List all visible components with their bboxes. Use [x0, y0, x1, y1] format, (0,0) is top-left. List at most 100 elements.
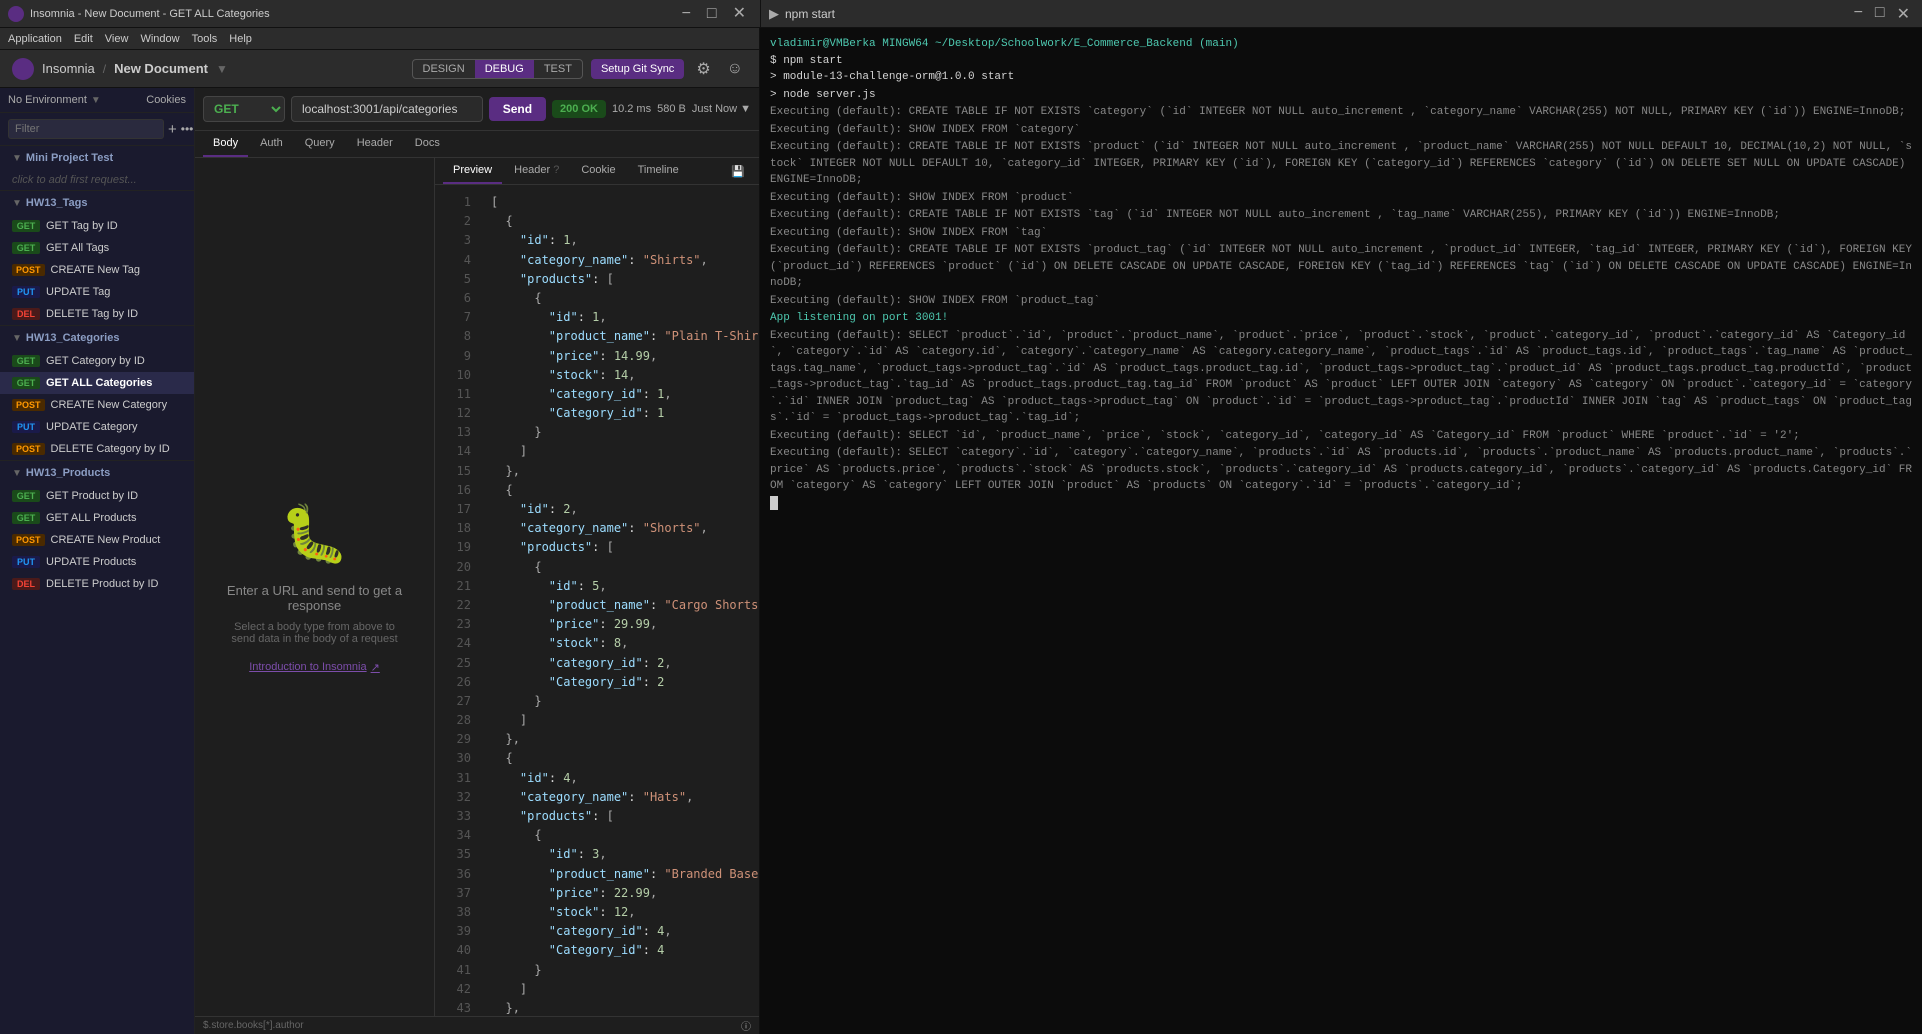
json-line: 34 { — [439, 826, 755, 845]
terminal-cursor-line — [770, 496, 1912, 510]
sidebar-item-get-all-categories-active[interactable]: GET GET ALL Categories — [0, 372, 194, 394]
json-line: 35 "id": 3, — [439, 845, 755, 864]
resp-tab-cookie[interactable]: Cookie — [571, 158, 625, 184]
method-badge-get: GET — [12, 355, 40, 367]
sidebar-item-update-products[interactable]: PUT UPDATE Products — [0, 551, 194, 573]
terminal-line: Executing (default): CREATE TABLE IF NOT… — [770, 139, 1912, 189]
terminal-line: Executing (default): SELECT `category`.`… — [770, 445, 1912, 495]
sidebar-item-get-all-products[interactable]: GET GET ALL Products — [0, 507, 194, 529]
env-dropdown-icon: ▼ — [91, 95, 101, 106]
json-line: 19 "products": [ — [439, 538, 755, 557]
doc-name-label[interactable]: New Document — [114, 61, 208, 76]
settings-icon[interactable]: ⚙ — [692, 57, 714, 81]
sidebar-item-update-category[interactable]: PUT UPDATE Category — [0, 416, 194, 438]
timestamp-badge[interactable]: Just Now ▼ — [692, 103, 751, 115]
resp-copy-btn[interactable]: 💾 — [725, 163, 751, 180]
tab-test[interactable]: TEST — [534, 60, 582, 78]
sidebar-item-create-category[interactable]: POST CREATE New Category — [0, 394, 194, 416]
json-line: 26 "Category_id": 2 — [439, 673, 755, 692]
window-controls: − □ ✕ — [676, 0, 752, 28]
terminal-close-btn[interactable]: ✕ — [1893, 4, 1914, 24]
sidebar-item-get-tag-by-id[interactable]: GET GET Tag by ID — [0, 215, 194, 237]
user-icon[interactable]: ☺ — [723, 58, 747, 80]
design-debug-tabs: DESIGN DEBUG TEST — [412, 59, 583, 79]
json-line: 1 [ — [439, 193, 755, 212]
sidebar-filter-input[interactable] — [8, 119, 164, 139]
section-products-header[interactable]: ▼ HW13_Products — [0, 460, 194, 485]
method-select[interactable]: GET POST PUT DELETE — [203, 96, 285, 122]
menu-window[interactable]: Window — [140, 33, 179, 45]
tab-header[interactable]: Header — [347, 131, 403, 157]
tab-design[interactable]: DESIGN — [413, 60, 475, 78]
terminal-line: > node server.js — [770, 87, 1912, 104]
menu-application[interactable]: Application — [8, 33, 62, 45]
sidebar-more-icon[interactable]: ••• — [181, 122, 194, 136]
tab-debug[interactable]: DEBUG — [475, 60, 534, 78]
item-label: CREATE New Tag — [51, 264, 140, 276]
json-line: 28 ] — [439, 711, 755, 730]
terminal-header-path: vladimir@VMBerka MINGW64 ~/Desktop/Schoo… — [770, 36, 1912, 53]
json-line: 24 "stock": 8, — [439, 634, 755, 653]
json-line: 9 "price": 14.99, — [439, 347, 755, 366]
status-bar-icon[interactable]: ⓘ — [741, 1018, 751, 1033]
sidebar-item-create-product[interactable]: POST CREATE New Product — [0, 529, 194, 551]
tab-query[interactable]: Query — [295, 131, 345, 157]
resp-tab-preview[interactable]: Preview — [443, 158, 502, 184]
setup-git-button[interactable]: Setup Git Sync — [591, 59, 684, 79]
item-label: GET All Tags — [46, 242, 109, 254]
menu-view[interactable]: View — [105, 33, 129, 45]
terminal-line: > module-13-challenge-orm@1.0.0 start — [770, 69, 1912, 86]
json-line: 2 { — [439, 212, 755, 231]
sidebar-item-get-all-tags[interactable]: GET GET All Tags — [0, 237, 194, 259]
section-categories-header[interactable]: ▼ HW13_Categories — [0, 325, 194, 350]
env-selector[interactable]: No Environment ▼ — [8, 94, 101, 106]
section-tags: ▼ HW13_Tags GET GET Tag by ID GET GET Al… — [0, 190, 194, 325]
status-badge: 200 OK — [552, 100, 606, 118]
sidebar-item-create-tag[interactable]: POST CREATE New Tag — [0, 259, 194, 281]
item-label: GET Tag by ID — [46, 220, 118, 232]
item-label: GET Product by ID — [46, 490, 138, 502]
close-btn[interactable]: ✕ — [727, 0, 752, 28]
intro-link[interactable]: Introduction to Insomnia ↗ — [249, 661, 380, 674]
json-line: 16 { — [439, 481, 755, 500]
method-badge-post: POST — [12, 264, 45, 276]
sidebar-item-delete-tag[interactable]: DEL DELETE Tag by ID — [0, 303, 194, 325]
resp-tab-header[interactable]: Header ? — [504, 158, 569, 184]
maximize-btn[interactable]: □ — [701, 0, 723, 28]
json-line: 6 { — [439, 289, 755, 308]
section-mini-header[interactable]: ▼ Mini Project Test — [0, 146, 194, 170]
sidebar-item-get-category-by-id[interactable]: GET GET Category by ID — [0, 350, 194, 372]
tab-docs[interactable]: Docs — [405, 131, 450, 157]
json-line: 17 "id": 2, — [439, 500, 755, 519]
menu-edit[interactable]: Edit — [74, 33, 93, 45]
terminal-line: Executing (default): SHOW INDEX FROM `ca… — [770, 122, 1912, 139]
tab-auth[interactable]: Auth — [250, 131, 293, 157]
method-badge-del: DEL — [12, 308, 40, 320]
sidebar-item-delete-category[interactable]: POST DELETE Category by ID — [0, 438, 194, 460]
cookies-button[interactable]: Cookies — [146, 94, 186, 106]
sidebar-item-delete-product[interactable]: DEL DELETE Product by ID — [0, 573, 194, 595]
terminal-minimize-btn[interactable]: − — [1850, 4, 1867, 24]
sidebar-item-update-tag[interactable]: PUT UPDATE Tag — [0, 281, 194, 303]
minimize-btn[interactable]: − — [676, 0, 697, 28]
response-time: 10.2 ms — [612, 103, 651, 115]
menu-help[interactable]: Help — [229, 33, 252, 45]
sidebar-item-get-product-by-id[interactable]: GET GET Product by ID — [0, 485, 194, 507]
section-tags-header[interactable]: ▼ HW13_Tags — [0, 190, 194, 215]
url-input[interactable] — [291, 96, 483, 122]
app-logo-icon — [8, 6, 24, 22]
sidebar-add-icon[interactable]: + — [168, 121, 177, 138]
menu-tools[interactable]: Tools — [192, 33, 218, 45]
mini-project-placeholder[interactable]: click to add first request... — [0, 170, 194, 190]
doc-dropdown-icon[interactable]: ▼ — [216, 62, 228, 76]
json-line: 7 "id": 1, — [439, 308, 755, 327]
json-line: 23 "price": 29.99, — [439, 615, 755, 634]
send-button[interactable]: Send — [489, 97, 546, 121]
terminal-line: Executing (default): CREATE TABLE IF NOT… — [770, 104, 1912, 121]
section-categories-label: HW13_Categories — [26, 332, 120, 344]
intro-link-text: Introduction to Insomnia — [249, 661, 366, 673]
terminal-maximize-btn[interactable]: □ — [1871, 4, 1889, 24]
terminal-content: vladimir@VMBerka MINGW64 ~/Desktop/Schoo… — [760, 28, 1922, 1034]
tab-body[interactable]: Body — [203, 131, 248, 157]
resp-tab-timeline[interactable]: Timeline — [628, 158, 689, 184]
